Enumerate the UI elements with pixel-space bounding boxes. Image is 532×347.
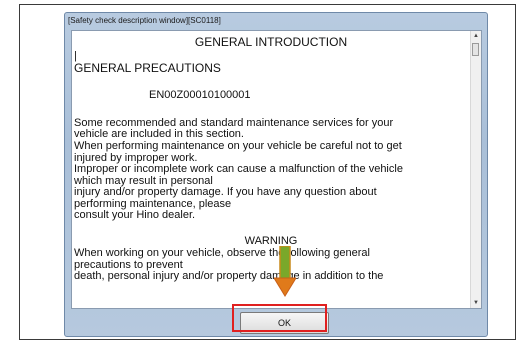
section-title: GENERAL PRECAUTIONS (74, 61, 221, 75)
doc-code: EN00Z00010100001 (149, 89, 251, 101)
window-title: [Safety check description window][SC0118… (68, 16, 221, 25)
paragraph-line: When performing maintenance on your vehi… (74, 140, 402, 152)
heading-general-introduction: GENERAL INTRODUCTION (194, 35, 348, 49)
scroll-thumb[interactable] (472, 43, 479, 56)
warning-line: death, personal injury and/or property d… (74, 270, 384, 282)
paragraph-line: consult your Hino dealer. (74, 209, 196, 221)
description-text-area: GENERAL INTRODUCTION | GENERAL PRECAUTIO… (72, 31, 470, 308)
warning-line: When working on your vehicle, observe th… (74, 247, 370, 259)
scroll-up-arrow-icon[interactable]: ▲ (471, 31, 481, 41)
warning-heading: WARNING (244, 235, 298, 247)
ok-highlight-box (232, 304, 327, 332)
paragraph-line: injury and/or property damage. If you ha… (74, 186, 377, 198)
down-arrow-icon (274, 246, 296, 297)
vertical-scrollbar[interactable]: ▲ ▼ (470, 31, 481, 308)
scroll-down-arrow-icon[interactable]: ▼ (471, 298, 481, 308)
paragraph-line: vehicle are included in this section. (74, 128, 244, 140)
paragraph-line: Improper or incomplete work can cause a … (74, 163, 403, 175)
